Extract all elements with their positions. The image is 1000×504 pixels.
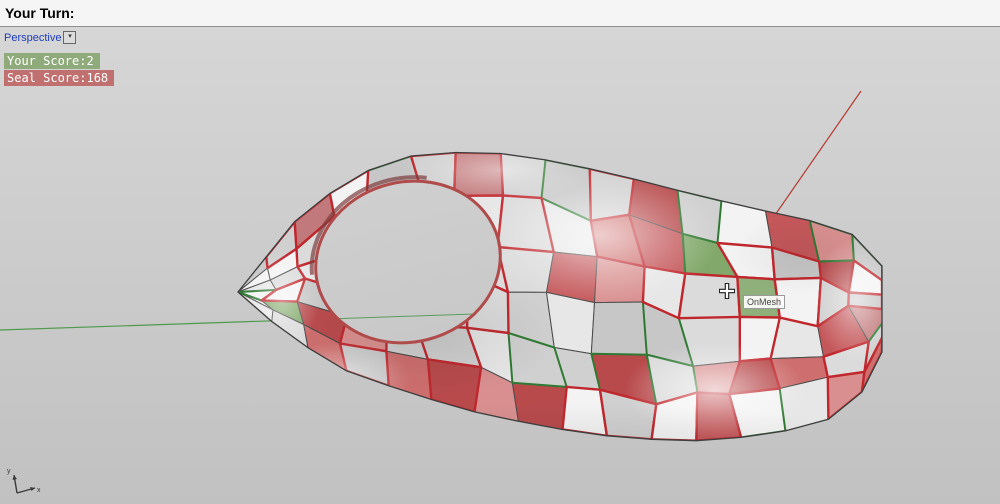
cplane-axis-indicator: x y [7,468,41,494]
seal-score-badge: Seal Score: 168 [4,70,115,86]
y-axis-label: y [7,468,11,475]
viewport-canvas[interactable] [0,0,1000,504]
your-score-value: 2 [86,54,94,68]
command-bar[interactable]: Your Turn: [0,0,1000,27]
viewport-title-label[interactable]: Perspective [4,32,61,44]
viewport-title[interactable]: Perspective ▾ [4,31,77,44]
your-score-badge: Your Score: 2 [4,53,100,69]
your-score-label: Your Score: [7,54,87,68]
chevron-down-icon[interactable]: ▾ [63,31,77,44]
onmesh-tooltip: OnMesh [743,295,786,309]
seal-score-value: 168 [86,71,109,85]
mesh-face[interactable] [590,301,648,356]
command-prompt-text: Your Turn: [5,5,75,21]
seal-score-label: Seal Score: [7,71,87,85]
score-hud: Your Score: 2 Seal Score: 168 [4,53,115,87]
x-axis-label: x [37,487,41,494]
